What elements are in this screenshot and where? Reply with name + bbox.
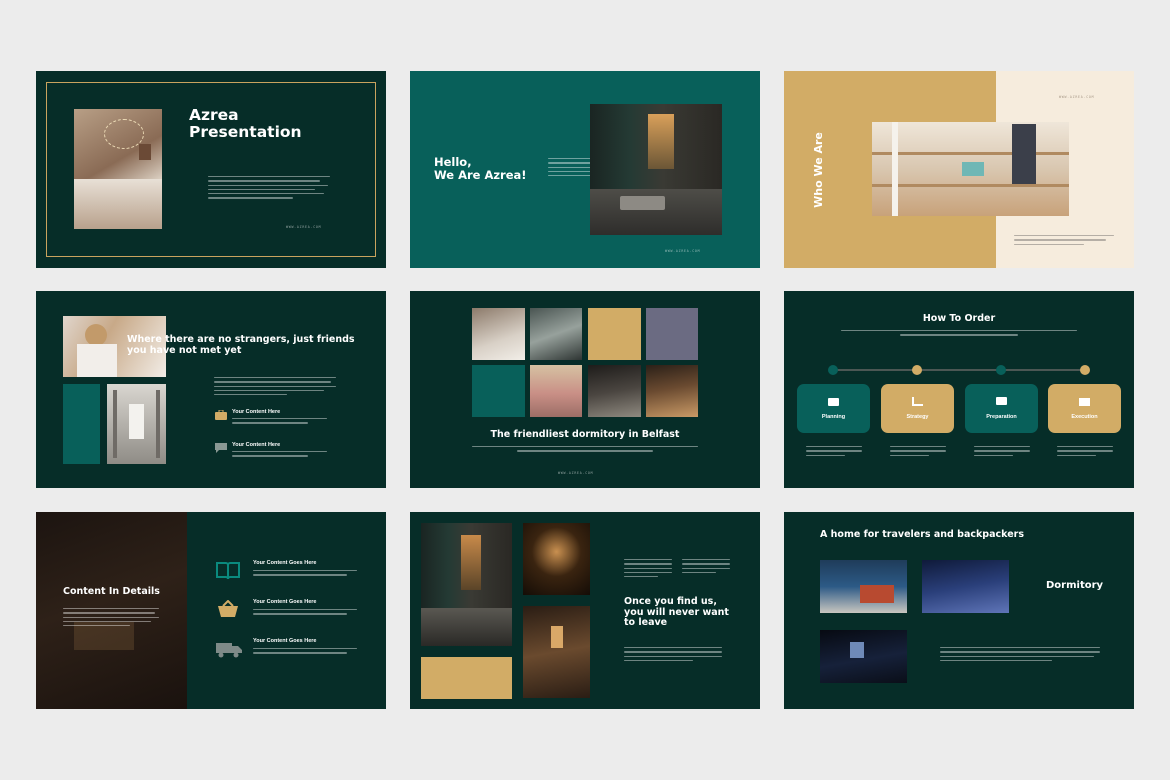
step-label: Execution [1071,414,1098,420]
bedroom-photo [74,109,162,229]
body-text [214,377,336,398]
item-title: Your Content Here [232,442,281,448]
lamp-room-photo [523,606,590,698]
slide-friendliest-dormitory[interactable]: The friendliest dormitory in Belfast WWW… [410,291,760,488]
desk-photo [530,308,582,360]
hallway-photo [107,384,166,464]
slide-who-we-are[interactable]: Who We Are WWW.AZREA.COM [784,71,1134,268]
chart-icon [912,397,923,406]
slide-how-to-order[interactable]: How To Order Planning Strategy Preparati… [784,291,1134,488]
website-url: WWW.AZREA.COM [286,225,322,229]
section-label: Dormitory [1046,580,1104,591]
basket-icon [216,599,240,618]
briefcase-icon [214,409,227,420]
item-title: Your Content Goes Here [253,599,317,605]
room-lamp-photo [646,365,698,417]
body-text [63,608,159,629]
step-text [1057,446,1113,459]
window-bed-photo [421,523,512,646]
slide-no-strangers[interactable]: Where there are no strangers, just frien… [36,291,386,488]
body-text [208,176,330,202]
backpack-bed-photo [820,560,907,613]
timeline-line [833,369,1085,371]
step-text [974,446,1030,459]
teal-tile [472,365,525,417]
body-text [624,559,672,580]
body-text [682,559,730,576]
body-text [940,647,1100,664]
step-card-preparation[interactable]: Preparation [965,384,1038,433]
blue-bed-photo [922,560,1009,613]
slide-title: A home for travelers and backpackers [820,529,1024,540]
body-text [472,446,698,452]
slide-title: How To Order [922,313,996,324]
step-label: Preparation [986,414,1017,420]
window-curtain-photo [590,104,722,235]
slide-title: Azrea Presentation [189,106,302,142]
monitor-icon [996,397,1007,405]
slide-once-you-find-us[interactable]: Once you find us, you will never want to… [410,512,760,709]
timeline-dot[interactable] [912,365,922,375]
body-text [1014,235,1114,248]
gold-block [421,657,512,699]
subtitle-text [841,330,1077,336]
chat-icon [214,442,227,453]
slide-azrea-presentation[interactable]: Azrea Presentation WWW.AZREA.COM [36,71,386,268]
gold-tile [588,308,641,360]
book-icon [216,561,240,580]
item-text [253,609,357,618]
slate-tile [646,308,698,360]
slide-title: Once you find us, you will never want to… [624,596,729,629]
slide-title: Hello, We Are Azrea! [434,155,527,182]
website-url: WWW.AZREA.COM [1059,95,1095,99]
corridor-photo [523,523,590,595]
slide-hello[interactable]: Hello, We Are Azrea! WWW.AZREA.COM [410,71,760,268]
slide-title: Where there are no strangers, just frien… [127,334,355,356]
slide-home-for-travelers[interactable]: A home for travelers and backpackers Dor… [784,512,1134,709]
step-label: Planning [821,414,846,420]
night-window-photo [820,630,907,683]
slide-content-in-details[interactable]: Content In Details Your Content Goes Her… [36,512,386,709]
bed-photo [472,308,525,360]
item-text [253,648,357,657]
item-title: Your Content Goes Here [253,638,317,644]
step-card-strategy[interactable]: Strategy [881,384,954,433]
slide-title: Content In Details [63,586,160,597]
step-label: Strategy [906,414,929,420]
website-url: WWW.AZREA.COM [558,471,594,475]
item-text [232,418,327,427]
item-title: Your Content Here [232,409,281,415]
timeline-dot[interactable] [1080,365,1090,375]
pink-bed-photo [530,365,582,417]
body-text [624,647,722,664]
item-text [253,570,357,579]
window-bed-photo [588,365,641,417]
website-url: WWW.AZREA.COM [665,249,701,253]
teal-block [63,384,100,464]
item-title: Your Content Goes Here [253,560,317,566]
step-card-planning[interactable]: Planning [797,384,870,433]
step-text [806,446,862,459]
item-text [232,451,327,460]
step-text [890,446,946,459]
timeline-dot[interactable] [828,365,838,375]
mail-icon [1079,398,1090,406]
truck-icon [216,640,242,658]
folder-icon [828,398,839,406]
vertical-title: Who We Are [811,132,825,208]
timeline-dot[interactable] [996,365,1006,375]
shelves-photo [872,122,1069,216]
slide-title: The friendliest dormitory in Belfast [490,429,680,440]
step-card-execution[interactable]: Execution [1048,384,1121,433]
